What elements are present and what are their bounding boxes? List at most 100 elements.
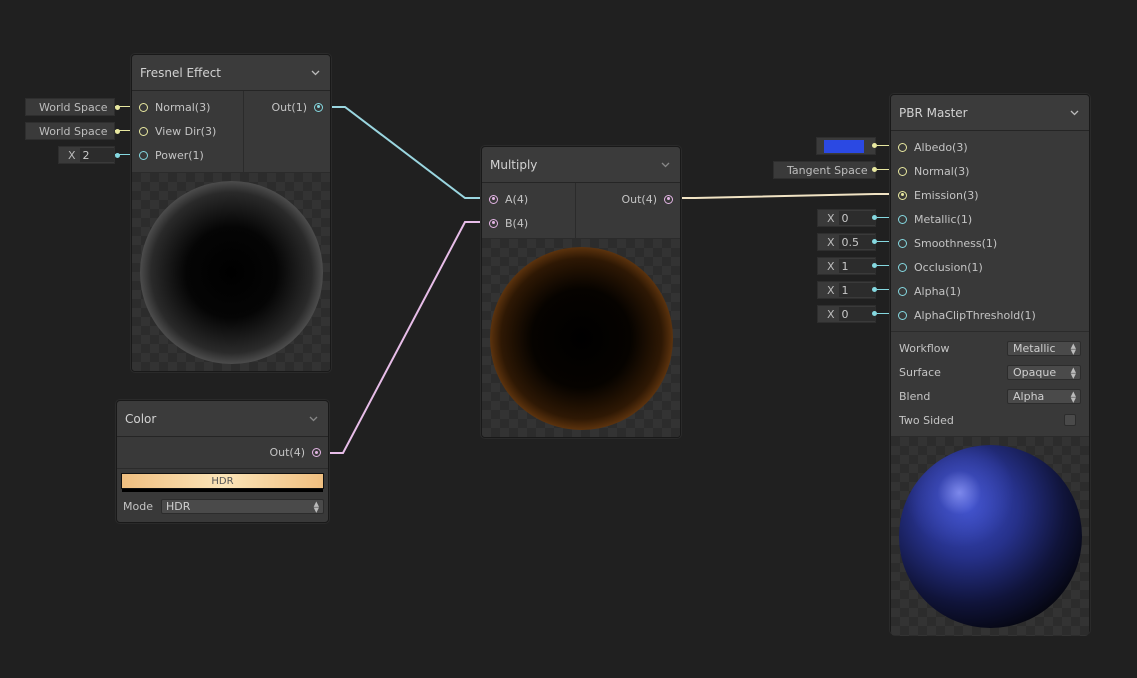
multiply-node[interactable]: Multiply A(4) B(4) Out(4) [481, 146, 681, 438]
albedo-color-swatch[interactable] [824, 139, 864, 153]
fresnel-viewdir-slot[interactable]: World Space [25, 122, 120, 140]
port-occlusion[interactable]: Occlusion(1) [891, 255, 1089, 279]
port-label: Normal(3) [155, 100, 211, 114]
occlusion-slot[interactable]: X 1 [817, 257, 876, 275]
dropdown-value: Metallic [1013, 341, 1056, 355]
metallic-slot[interactable]: X 0 [817, 209, 876, 227]
mode-row: Mode HDR ▲ ▼ [117, 489, 328, 520]
slot-prefix: X [827, 307, 835, 321]
port-metallic[interactable]: Metallic(1) [891, 207, 1089, 231]
port-out[interactable]: Out(4) [117, 437, 328, 469]
port-out[interactable]: Out(4) [576, 187, 680, 211]
chevron-down-icon[interactable] [306, 412, 320, 426]
preview-sphere [899, 445, 1082, 628]
power-value-field[interactable]: 2 [79, 148, 114, 162]
fresnel-power-slot[interactable]: X 2 [58, 146, 120, 164]
alpha-slot[interactable]: X 1 [817, 281, 876, 299]
fresnel-normal-space: World Space [39, 100, 108, 114]
preview-sphere [490, 247, 673, 430]
metallic-value-field[interactable]: 0 [838, 211, 875, 225]
normal-slot[interactable]: Tangent Space [773, 161, 876, 179]
port-dot[interactable] [898, 238, 907, 248]
port-dot[interactable] [312, 448, 321, 457]
port-label: Emission(3) [914, 188, 979, 202]
port-dot[interactable] [139, 126, 148, 136]
port-dot[interactable] [489, 218, 498, 228]
port-label: Out(4) [269, 446, 305, 459]
pbr-master-node[interactable]: PBR Master Albedo(3) Normal(3) Emission(… [890, 94, 1090, 636]
port-dot[interactable] [314, 102, 323, 112]
port-normal[interactable]: Normal(3) [132, 95, 243, 119]
port-dot[interactable] [898, 310, 907, 320]
mode-label: Mode [123, 500, 153, 513]
slot-prefix: X [827, 235, 835, 249]
port-alpha[interactable]: Alpha(1) [891, 279, 1089, 303]
chevron-down-icon[interactable] [308, 66, 322, 80]
blend-dropdown[interactable]: Alpha ▲ ▼ [1007, 388, 1081, 404]
albedo-slot[interactable] [816, 137, 876, 155]
alpha-value-field[interactable]: 1 [838, 283, 875, 297]
alphaclip-value-field[interactable]: 0 [838, 307, 875, 321]
smoothness-value-field[interactable]: 0.5 [838, 235, 875, 249]
graph-canvas[interactable]: World Space World Space X 2 Fresnel Effe… [0, 0, 1137, 678]
slot-prefix: X [827, 259, 835, 273]
fresnel-normal-slot[interactable]: World Space [25, 98, 120, 116]
port-dot[interactable] [898, 262, 907, 272]
node-header[interactable]: Multiply [482, 147, 680, 183]
port-b[interactable]: B(4) [482, 211, 575, 235]
color-node[interactable]: Color Out(4) HDR Mode HDR ▲ ▼ [116, 400, 329, 523]
port-label: AlphaClipThreshold(1) [914, 308, 1036, 322]
setting-workflow: Workflow Metallic ▲ ▼ [891, 336, 1089, 360]
node-preview [132, 173, 330, 371]
master-settings: Workflow Metallic ▲ ▼ Surface Opaque ▲ ▼ Ble… [891, 332, 1089, 437]
fresnel-effect-node[interactable]: Fresnel Effect Normal(3) View Dir(3) Pow… [131, 54, 331, 372]
input-ports: Albedo(3) Normal(3) Emission(3) Metallic… [891, 131, 1089, 332]
updown-arrow-icon: ▲ ▼ [313, 500, 319, 514]
port-normal[interactable]: Normal(3) [891, 159, 1089, 183]
input-ports: Normal(3) View Dir(3) Power(1) [132, 91, 244, 172]
chevron-down-icon[interactable] [1067, 106, 1081, 120]
setting-blend: Blend Alpha ▲ ▼ [891, 384, 1089, 408]
port-dot[interactable] [898, 286, 907, 296]
port-dot[interactable] [489, 194, 498, 204]
node-preview [891, 437, 1089, 636]
chevron-down-icon[interactable] [658, 158, 672, 172]
port-dot[interactable] [898, 166, 907, 176]
port-label: Occlusion(1) [914, 260, 983, 274]
port-dot[interactable] [664, 194, 673, 204]
mode-dropdown[interactable]: HDR ▲ ▼ [161, 499, 324, 514]
wire-color-to-multiply-b [318, 221, 493, 454]
port-dot[interactable] [898, 214, 907, 224]
port-out[interactable]: Out(1) [244, 95, 330, 119]
port-dot[interactable] [898, 190, 907, 200]
port-label: View Dir(3) [155, 124, 217, 138]
port-view-dir[interactable]: View Dir(3) [132, 119, 243, 143]
node-header[interactable]: Color [117, 401, 328, 437]
workflow-dropdown[interactable]: Metallic ▲ ▼ [1007, 340, 1081, 356]
port-label: A(4) [505, 192, 529, 206]
node-header[interactable]: PBR Master [891, 95, 1089, 131]
port-smoothness[interactable]: Smoothness(1) [891, 231, 1089, 255]
two-sided-checkbox[interactable] [1064, 414, 1076, 426]
setting-label: Two Sided [899, 413, 954, 427]
port-dot[interactable] [898, 142, 907, 152]
swatch-label: HDR [211, 475, 234, 487]
port-alphaclipthreshold[interactable]: AlphaClipThreshold(1) [891, 303, 1089, 327]
port-albedo[interactable]: Albedo(3) [891, 135, 1089, 159]
updown-arrow-icon: ▲ ▼ [1070, 341, 1076, 356]
color-swatch[interactable]: HDR [121, 473, 324, 492]
surface-dropdown[interactable]: Opaque ▲ ▼ [1007, 364, 1081, 380]
port-dot[interactable] [139, 102, 148, 112]
alphaclip-slot[interactable]: X 0 [817, 305, 876, 323]
port-power[interactable]: Power(1) [132, 143, 243, 167]
node-header[interactable]: Fresnel Effect [132, 55, 330, 91]
occlusion-value-field[interactable]: 1 [838, 259, 875, 273]
port-a[interactable]: A(4) [482, 187, 575, 211]
node-ports: A(4) B(4) Out(4) [482, 183, 680, 239]
port-dot[interactable] [139, 150, 148, 160]
port-emission[interactable]: Emission(3) [891, 183, 1089, 207]
wire-multiply-to-emission [670, 193, 902, 199]
node-ports: Normal(3) View Dir(3) Power(1) Out(1) [132, 91, 330, 173]
port-label: Out(4) [621, 192, 657, 206]
smoothness-slot[interactable]: X 0.5 [817, 233, 876, 251]
